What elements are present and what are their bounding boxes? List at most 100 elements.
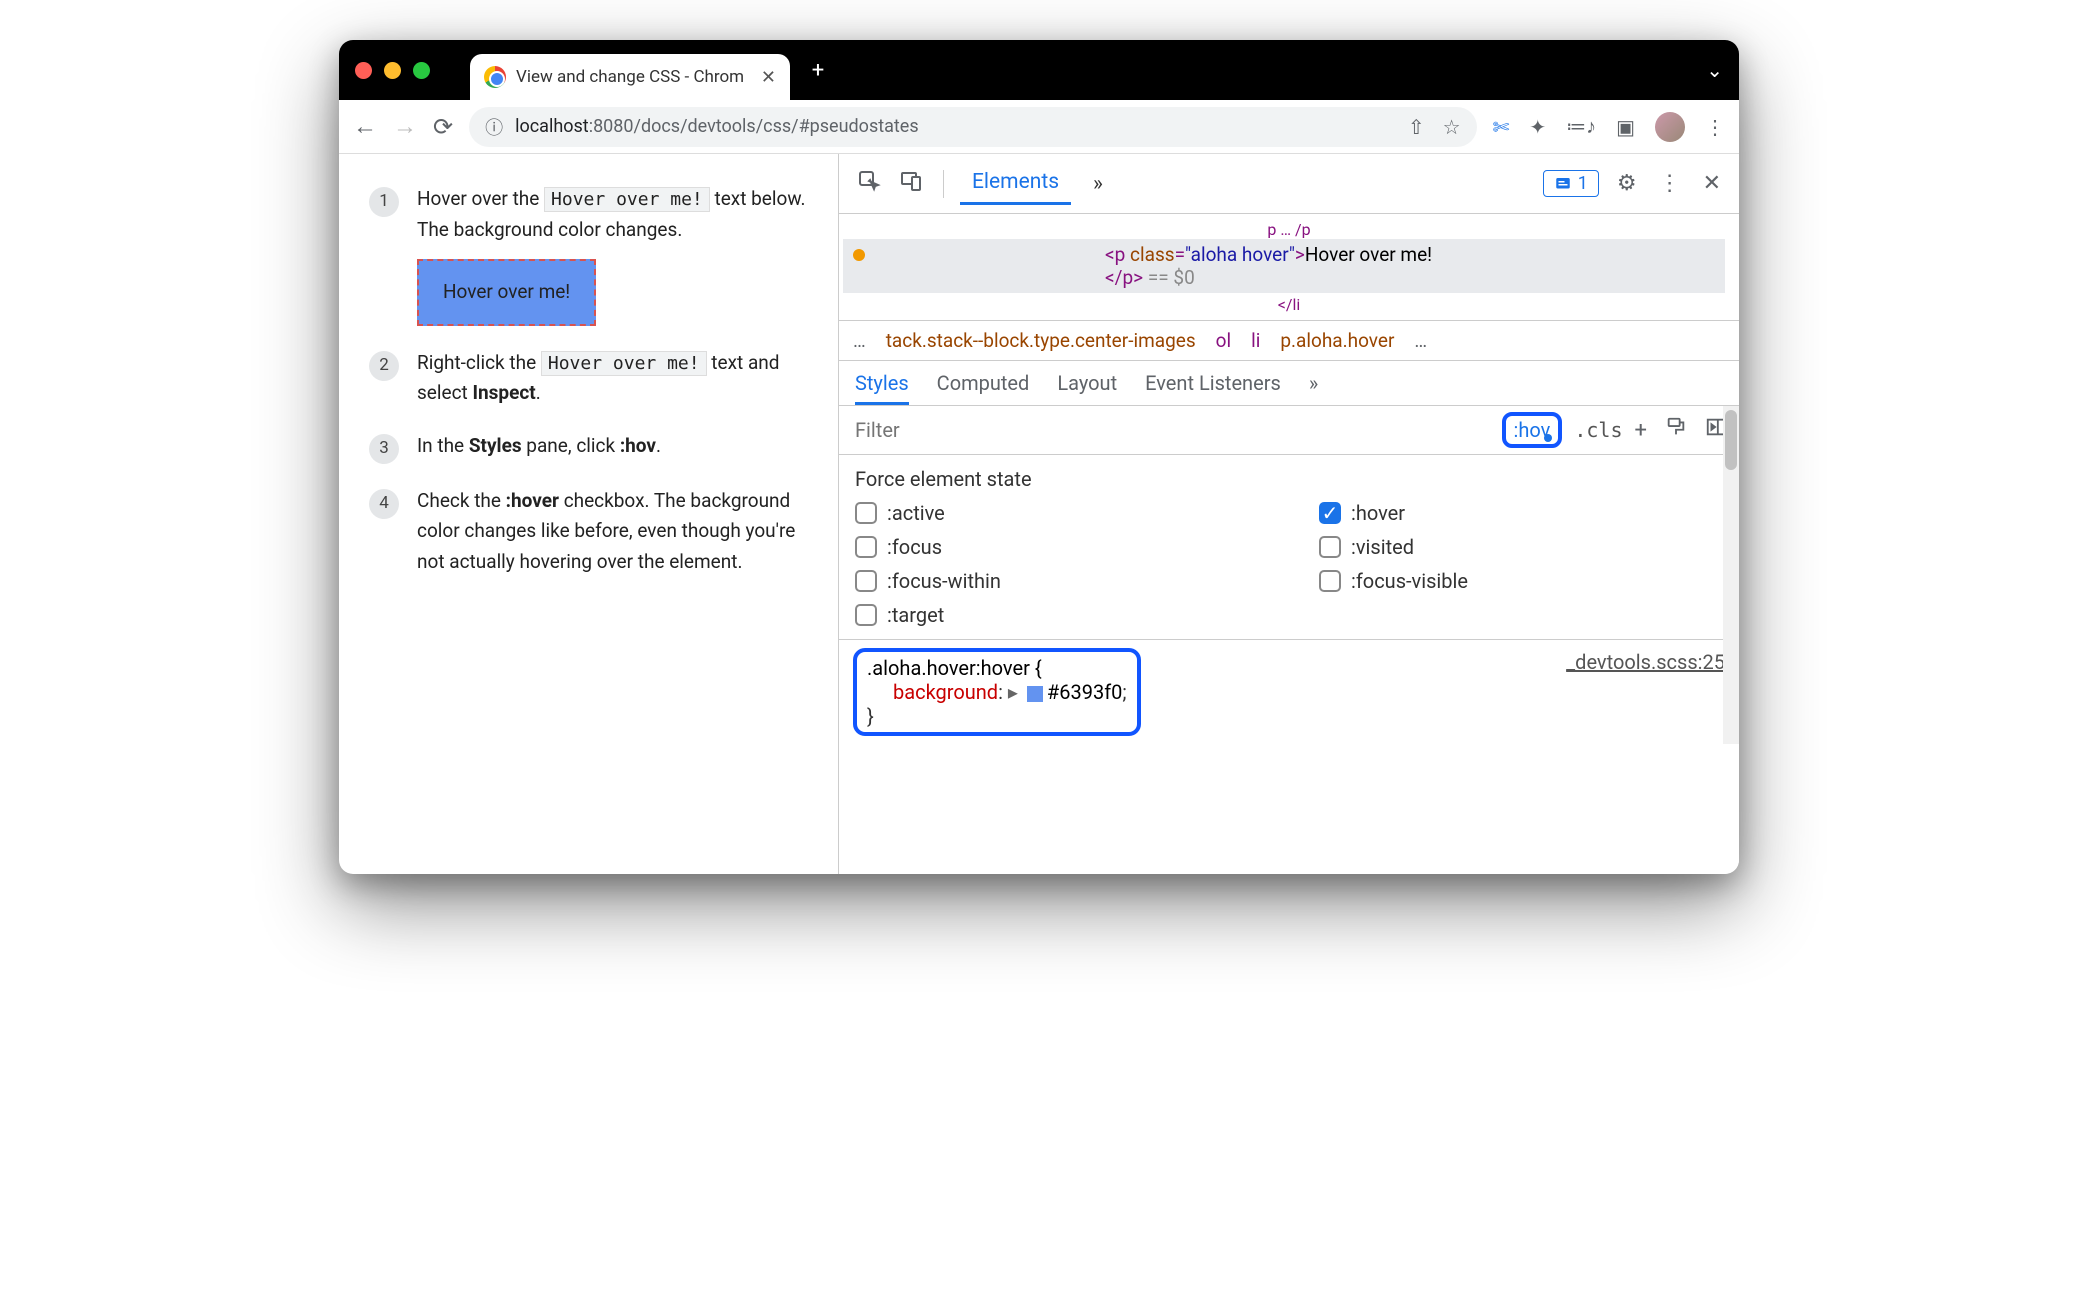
kebab-menu-icon[interactable]: ⋮ bbox=[1655, 167, 1685, 200]
step-text: In the bbox=[417, 434, 469, 457]
styles-filter-input[interactable] bbox=[851, 414, 1490, 446]
more-tabs-icon[interactable]: » bbox=[1081, 164, 1115, 204]
step-text: . bbox=[536, 381, 541, 404]
step-1: 1 Hover over the Hover over me! text bel… bbox=[369, 184, 808, 326]
checkbox-label: :visited bbox=[1351, 535, 1414, 559]
browser-window: View and change CSS - Chrom ✕ + ⌄ ← → ⟳ … bbox=[339, 40, 1739, 874]
layout-tab[interactable]: Layout bbox=[1057, 371, 1117, 395]
force-visited-checkbox[interactable]: :visited bbox=[1319, 535, 1723, 559]
scrollbar-track[interactable] bbox=[1723, 406, 1739, 744]
reload-button[interactable]: ⟳ bbox=[433, 113, 453, 141]
devtools-panel: Elements » 1 ⚙ ⋮ ✕ p … /p <p class="aloh… bbox=[839, 154, 1739, 874]
tab-close-icon[interactable]: ✕ bbox=[761, 67, 776, 88]
issues-badge[interactable]: 1 bbox=[1543, 170, 1599, 197]
toggle-classes-button[interactable]: .cls bbox=[1574, 418, 1622, 442]
maximize-window-button[interactable] bbox=[413, 62, 430, 79]
back-button[interactable]: ← bbox=[353, 112, 377, 141]
styles-filter-row: :hov .cls + bbox=[839, 406, 1739, 455]
checkbox-label: :focus bbox=[887, 535, 942, 559]
browser-tab[interactable]: View and change CSS - Chrom ✕ bbox=[470, 54, 790, 100]
profile-avatar[interactable] bbox=[1655, 112, 1685, 142]
rule-value[interactable]: #6393f0 bbox=[1047, 680, 1122, 704]
step-number: 4 bbox=[369, 489, 399, 519]
crumb-item[interactable]: tack.stack--block.type.center-images bbox=[886, 329, 1196, 352]
force-hover-checkbox[interactable]: ✓:hover bbox=[1319, 501, 1723, 525]
forced-state-indicator-icon bbox=[853, 249, 865, 261]
new-tab-button[interactable]: + bbox=[806, 58, 830, 82]
rule-source-link[interactable]: _devtools.scss:25 bbox=[1566, 650, 1725, 674]
forward-button[interactable]: → bbox=[393, 112, 417, 141]
inspect-element-icon[interactable] bbox=[853, 165, 885, 203]
step-2: 2 Right-click the Hover over me! text an… bbox=[369, 348, 808, 409]
inline-code: Hover over me! bbox=[544, 187, 710, 212]
paint-icon[interactable] bbox=[1665, 416, 1687, 444]
window-controls bbox=[355, 62, 430, 79]
dom-gt: > bbox=[1295, 243, 1305, 266]
elements-tab[interactable]: Elements bbox=[960, 162, 1071, 205]
css-rule[interactable]: .aloha.hover:hover { background: ▸ #6393… bbox=[839, 640, 1739, 744]
url-path: :8080/docs/devtools/css/#pseudostates bbox=[589, 116, 919, 137]
crumb-ellipsis[interactable]: … bbox=[1414, 329, 1427, 352]
toggle-element-state-button[interactable]: :hov bbox=[1502, 412, 1563, 448]
side-panel-icon[interactable]: ▣ bbox=[1616, 115, 1635, 139]
url-host: localhost bbox=[515, 116, 589, 137]
scrollbar-thumb[interactable] bbox=[1725, 410, 1737, 470]
scissors-icon[interactable]: ✄ bbox=[1493, 115, 1510, 139]
hover-demo-box[interactable]: Hover over me! bbox=[417, 259, 596, 325]
force-focus-within-checkbox[interactable]: :focus-within bbox=[855, 569, 1259, 593]
tab-title: View and change CSS - Chrom bbox=[516, 67, 744, 87]
bold-text: Inspect bbox=[472, 381, 535, 404]
dom-eq: = bbox=[1175, 243, 1185, 266]
extensions-icon[interactable]: ✦ bbox=[1529, 115, 1546, 139]
hov-active-indicator-icon bbox=[1544, 434, 1552, 442]
dom-attr-name: class bbox=[1130, 243, 1175, 266]
minimize-window-button[interactable] bbox=[384, 62, 401, 79]
devtools-toolbar: Elements » 1 ⚙ ⋮ ✕ bbox=[839, 154, 1739, 214]
webpage-panel: 1 Hover over the Hover over me! text bel… bbox=[339, 154, 839, 874]
close-window-button[interactable] bbox=[355, 62, 372, 79]
settings-icon[interactable]: ⚙ bbox=[1613, 167, 1641, 200]
reading-list-icon[interactable]: ≔♪ bbox=[1566, 114, 1596, 139]
crumb-item[interactable]: ol bbox=[1216, 329, 1231, 352]
tabstrip-chevron-icon[interactable]: ⌄ bbox=[1706, 58, 1723, 82]
address-bar[interactable]: ⓘ localhost:8080/docs/devtools/css/#pseu… bbox=[469, 107, 1476, 147]
step-text: pane, click bbox=[522, 434, 620, 457]
more-styles-tabs-icon[interactable]: » bbox=[1309, 371, 1318, 395]
force-focus-visible-checkbox[interactable]: :focus-visible bbox=[1319, 569, 1723, 593]
expand-shorthand-icon[interactable]: ▸ bbox=[1008, 680, 1018, 704]
rule-semi: ; bbox=[1122, 680, 1126, 704]
rule-selector[interactable]: .aloha.hover:hover { bbox=[867, 656, 1042, 680]
dom-following-hint: </li bbox=[853, 295, 1725, 314]
dom-breadcrumbs[interactable]: … tack.stack--block.type.center-images o… bbox=[839, 321, 1739, 361]
step-text: Check the bbox=[417, 489, 506, 512]
styles-pane-tabs: Styles Computed Layout Event Listeners » bbox=[839, 361, 1739, 406]
browser-toolbar: ← → ⟳ ⓘ localhost:8080/docs/devtools/css… bbox=[339, 100, 1739, 154]
device-toggle-icon[interactable] bbox=[895, 165, 927, 203]
bold-text: Styles bbox=[469, 434, 522, 457]
crumb-item-selected[interactable]: p.aloha.hover bbox=[1280, 329, 1394, 352]
event-listeners-tab[interactable]: Event Listeners bbox=[1145, 371, 1281, 395]
site-info-icon[interactable]: ⓘ bbox=[485, 114, 503, 140]
bookmark-icon[interactable]: ☆ bbox=[1443, 115, 1461, 139]
computed-tab[interactable]: Computed bbox=[937, 371, 1030, 395]
color-swatch[interactable] bbox=[1027, 686, 1043, 702]
dom-selected-line[interactable]: <p class="aloha hover">Hover over me!</p… bbox=[843, 239, 1725, 293]
force-state-panel: Force element state :active ✓:hover :foc… bbox=[839, 455, 1739, 640]
styles-tab[interactable]: Styles bbox=[855, 371, 909, 405]
menu-icon[interactable]: ⋮ bbox=[1705, 115, 1725, 139]
crumb-item[interactable]: li bbox=[1251, 329, 1260, 352]
force-target-checkbox[interactable]: :target bbox=[855, 603, 1259, 627]
dom-dollar0: == $0 bbox=[1143, 266, 1195, 289]
bold-text: :hover bbox=[506, 489, 559, 512]
titlebar: View and change CSS - Chrom ✕ + ⌄ bbox=[339, 40, 1739, 100]
close-devtools-icon[interactable]: ✕ bbox=[1699, 167, 1725, 200]
force-focus-checkbox[interactable]: :focus bbox=[855, 535, 1259, 559]
dom-tree[interactable]: p … /p <p class="aloha hover">Hover over… bbox=[839, 214, 1739, 321]
force-active-checkbox[interactable]: :active bbox=[855, 501, 1259, 525]
new-style-rule-icon[interactable]: + bbox=[1635, 418, 1647, 443]
bold-text: :hov bbox=[620, 434, 656, 457]
crumb-ellipsis[interactable]: … bbox=[853, 329, 866, 352]
share-icon[interactable]: ⇧ bbox=[1408, 115, 1425, 139]
chrome-icon bbox=[484, 66, 506, 88]
rule-property[interactable]: background bbox=[893, 680, 998, 704]
